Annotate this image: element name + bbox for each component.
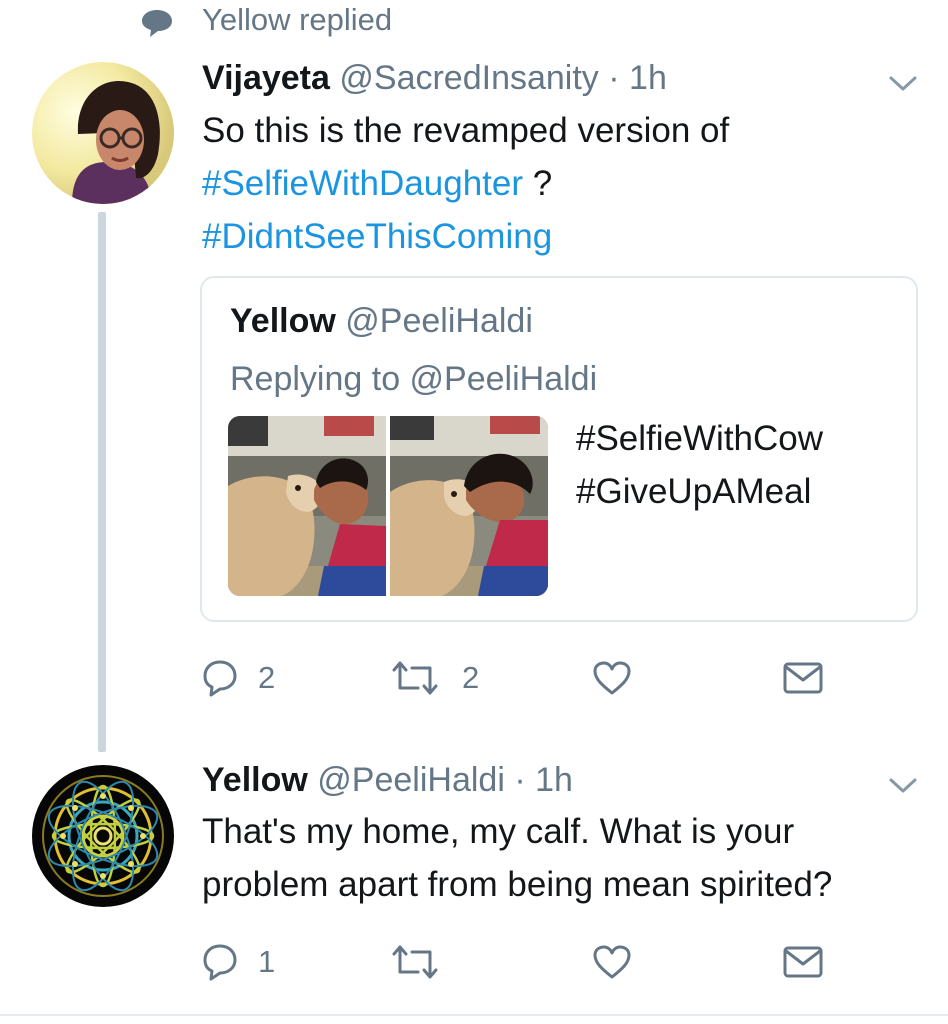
avatar-photo-woman-glasses [32, 62, 174, 204]
avatar[interactable] [32, 62, 174, 204]
direct-message-button[interactable] [782, 656, 824, 700]
retweet-button[interactable] [388, 940, 462, 984]
retweet-count: 2 [462, 660, 480, 695]
replying-to: Replying to @PeeliHaldi [230, 358, 597, 400]
chevron-down-icon[interactable] [888, 776, 918, 796]
avatar[interactable] [32, 765, 174, 907]
author-name[interactable]: Vijayeta [202, 59, 330, 97]
quoted-tweet-text: #SelfieWithCow #GiveUpAMeal [576, 412, 823, 518]
quoted-author-name: Yellow [230, 302, 336, 340]
reply-button[interactable]: 2 [202, 656, 275, 700]
divider [0, 1014, 948, 1016]
quoted-hashtag: #SelfieWithCow [576, 419, 824, 458]
tweet-text-line: That's my home, my calf. What is your [202, 812, 795, 851]
separator-dot: · [514, 761, 526, 799]
author-name[interactable]: Yellow [202, 761, 308, 799]
retweet-button[interactable]: 2 [388, 656, 479, 700]
heart-icon [593, 661, 631, 695]
quoted-tweet[interactable]: Yellow @PeeliHaldi Replying to @PeeliHal… [200, 276, 918, 622]
reply-button[interactable]: 1 [202, 940, 275, 984]
reply-icon [203, 660, 237, 697]
reply-count: 2 [258, 660, 276, 695]
woman-with-calf-photo[interactable] [228, 416, 386, 596]
thread-line [98, 212, 106, 752]
hashtag-link[interactable]: #DidntSeeThisComing [202, 217, 552, 256]
social-context-text: Yellow replied [202, 2, 393, 37]
tweet-text-line: So this is the revamped version of [202, 111, 730, 150]
hashtag-link[interactable]: #SelfieWithDaughter [202, 164, 523, 203]
replying-to-prefix: Replying to [230, 360, 410, 398]
retweet-icon [392, 945, 438, 979]
separator-dot: · [608, 59, 620, 97]
quoted-tweet-header: Yellow @PeeliHaldi [230, 300, 533, 342]
like-button[interactable] [592, 656, 632, 700]
tweet-actions: 2 2 [202, 656, 832, 700]
tweet-text: That's my home, my calf. What is your pr… [202, 805, 832, 911]
tweet-header[interactable]: Vijayeta @SacredInsanity · 1h [202, 58, 667, 98]
replying-to-handle: @PeeliHaldi [409, 360, 598, 398]
tweet-actions: 1 [202, 940, 832, 984]
chevron-down-icon[interactable] [888, 74, 918, 94]
speech-bubble-icon [142, 10, 172, 37]
envelope-icon [783, 946, 823, 978]
direct-message-button[interactable] [782, 940, 824, 984]
tweet-text: So this is the revamped version of #Self… [202, 104, 729, 263]
timestamp[interactable]: 1h [629, 59, 667, 97]
tweet-text-line: problem apart from being mean spirited? [202, 865, 833, 904]
tweet-text-fragment: ? [523, 164, 553, 203]
reply-icon [203, 944, 237, 981]
author-handle[interactable]: @SacredInsanity [339, 59, 598, 97]
timestamp[interactable]: 1h [535, 761, 573, 799]
retweet-icon [392, 661, 438, 695]
heart-icon [593, 945, 631, 979]
reply-count: 1 [258, 944, 276, 979]
quoted-author-handle: @PeeliHaldi [345, 302, 533, 340]
like-button[interactable] [592, 940, 632, 984]
tweet-header[interactable]: Yellow @PeeliHaldi · 1h [202, 760, 573, 800]
mandala-avatar [32, 765, 174, 907]
woman-kissing-calf-photo[interactable] [390, 416, 548, 596]
envelope-icon [783, 662, 823, 694]
quoted-hashtag: #GiveUpAMeal [576, 472, 812, 511]
author-handle[interactable]: @PeeliHaldi [317, 761, 505, 799]
